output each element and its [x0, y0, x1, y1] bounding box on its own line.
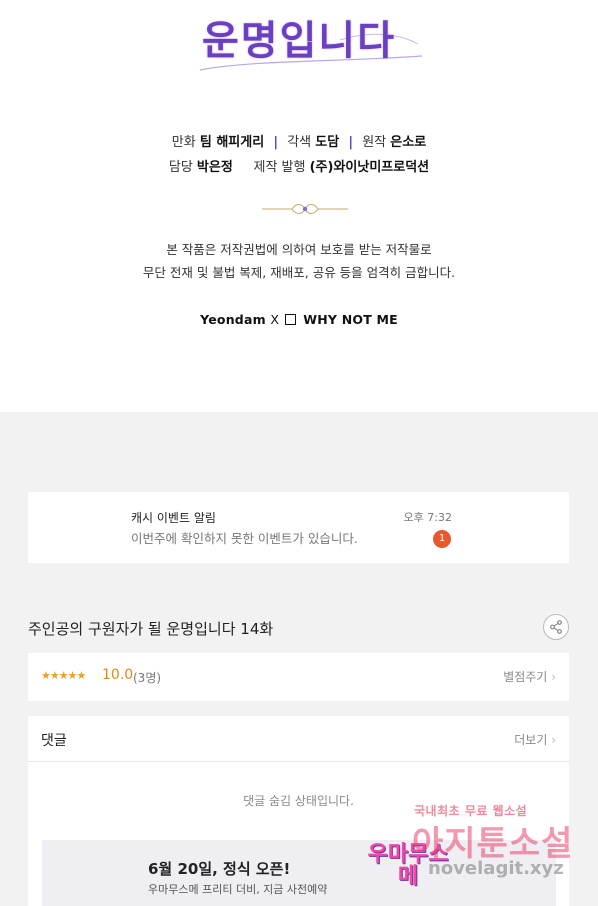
separator: |	[348, 135, 354, 150]
editor-name: 박은정	[196, 160, 233, 175]
rating-count: (3명)	[133, 671, 162, 685]
notification-title: 캐시 이벤트 알림	[131, 511, 216, 525]
divider	[28, 761, 569, 762]
credits-section: 운명입니다 만화 팀 해피게리 | 각색 도담 | 원작 은소로 담당 박은정 …	[0, 0, 598, 412]
rating-stars-icon: ★★★★★	[41, 669, 86, 682]
title-art-text: 운명입니다	[202, 17, 396, 64]
whynotme-logo: WHY NOT ME	[303, 312, 398, 327]
rating-score: 10.0	[102, 667, 134, 683]
adapter-name: 도담	[315, 135, 340, 150]
label-adaptation: 각색	[287, 135, 312, 150]
copyright-notice-line1: 본 작품은 저작권법에 의하여 보호를 받는 저작물로	[166, 242, 432, 257]
yeondam-logo: Yeondam	[200, 312, 266, 327]
rate-button-label: 별점주기	[503, 670, 548, 684]
artist-name: 팀 해피게리	[199, 135, 265, 150]
site-watermark: 국내최초 무료 웹소설 아지툰소설 novelagit.xyz	[404, 800, 598, 896]
notification-time: 오후 7:32	[403, 511, 452, 524]
notification-count-badge: 1	[433, 530, 451, 548]
comments-more-label: 더보기	[514, 733, 548, 747]
ornament-divider-icon	[262, 204, 348, 214]
separator: |	[273, 135, 279, 150]
credit-line-staff: 만화 팀 해피게리 | 각색 도담 | 원작 은소로	[0, 131, 598, 150]
publisher-logos: Yeondam X WHY NOT ME	[0, 312, 598, 327]
notification-body: 이번주에 확인하지 못한 이벤트가 있습니다.	[131, 531, 358, 546]
episode-title: 주인공의 구원자가 될 운명입니다 14화	[28, 620, 274, 638]
publisher-name: (주)와이낫미프로덕션	[309, 160, 430, 175]
watermark-url: novelagit.xyz	[428, 858, 564, 879]
label-art: 만화	[171, 135, 196, 150]
title-art: 운명입니다	[0, 0, 598, 80]
notification-card[interactable]: 캐시 이벤트 알림 이번주에 확인하지 못한 이벤트가 있습니다. 오후 7:3…	[28, 492, 569, 563]
whynotme-logo-icon	[284, 314, 296, 325]
label-publisher: 제작 발행	[253, 160, 306, 175]
chevron-right-icon: ›	[551, 670, 556, 684]
rate-button[interactable]: 별점주기 ›	[503, 668, 556, 685]
ad-banner-subtitle: 우마무스메 프리티 더비, 지금 사전예약	[148, 883, 328, 896]
credit-line-production: 담당 박은정 제작 발행 (주)와이낫미프로덕션	[0, 156, 598, 175]
comments-more-button[interactable]: 더보기 ›	[514, 731, 556, 748]
ad-banner-title: 6월 20일, 정식 오픈!	[148, 860, 291, 878]
share-icon	[550, 620, 562, 634]
collab-x: X	[270, 312, 280, 327]
copyright-notice-line2: 무단 전재 및 불법 복제, 재배포, 공유 등을 엄격히 금합니다.	[142, 265, 456, 280]
rating-card: ★★★★★ 10.0 (3명) 별점주기 ›	[28, 653, 569, 701]
chevron-right-icon: ›	[551, 733, 556, 747]
label-original: 원작	[362, 135, 387, 150]
comments-heading: 댓글	[41, 733, 67, 749]
original-author-name: 은소로	[390, 135, 427, 150]
label-editor: 담당	[168, 160, 193, 175]
share-button[interactable]	[543, 614, 569, 640]
